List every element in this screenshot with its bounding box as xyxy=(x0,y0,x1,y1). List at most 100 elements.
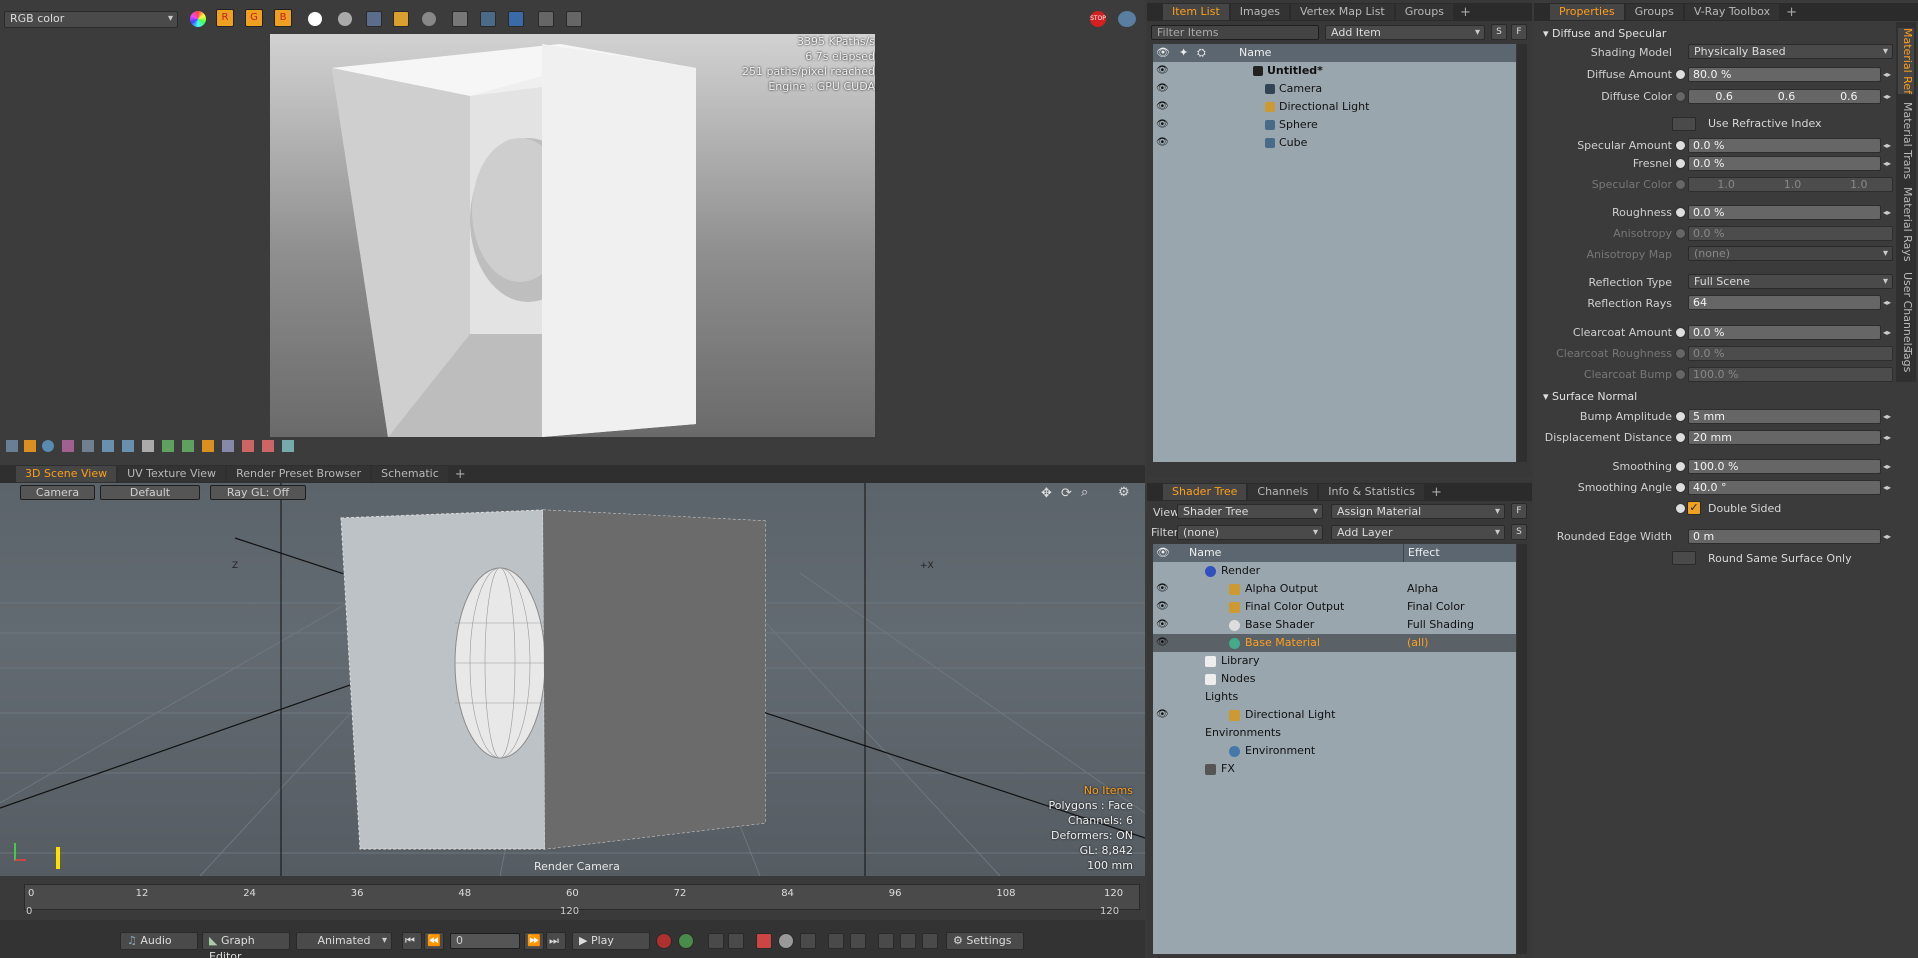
shader-row[interactable]: 👁 Final Color Output Final Color xyxy=(1153,598,1516,616)
item-f-button[interactable]: F xyxy=(1511,24,1527,40)
fresnel-arrows[interactable]: ◂▸ xyxy=(1882,157,1892,170)
step-forward-button[interactable]: ⏩ xyxy=(524,932,544,950)
sphere-icon[interactable] xyxy=(422,12,436,26)
key-a-icon[interactable] xyxy=(878,933,894,949)
tool-icon-11[interactable] xyxy=(202,440,214,452)
go-start-button[interactable]: ⏮ xyxy=(402,932,422,950)
reflection-type-dropdown[interactable]: Full Scene xyxy=(1688,274,1893,289)
side-tab-material-rays[interactable]: Material Rays xyxy=(1898,187,1914,262)
3d-viewport[interactable]: Camera Default Ray GL: Off Z +X ✥ ⟳ ⌕ ⚙ … xyxy=(0,483,1145,876)
shader-row[interactable]: 👁 Alpha Output Alpha xyxy=(1153,580,1516,598)
save-image-icon[interactable] xyxy=(366,11,382,27)
tab-vray-toolbox[interactable]: V-Ray Toolbox xyxy=(1684,4,1780,20)
blue-channel-button[interactable]: B xyxy=(274,9,292,27)
col-name[interactable]: Name xyxy=(1189,544,1221,562)
color-wheel-icon[interactable] xyxy=(190,11,206,27)
color-mode-dropdown[interactable]: RGB color xyxy=(4,11,178,28)
graph-editor-button[interactable]: ◣ Graph Editor xyxy=(202,932,290,958)
tab-shader-tree[interactable]: Shader Tree xyxy=(1163,484,1247,500)
reflection-rays-field[interactable]: 64 xyxy=(1688,295,1881,310)
round-same-checkbox[interactable] xyxy=(1672,551,1696,565)
zoom-icon[interactable]: ⌕ xyxy=(1081,485,1088,500)
tab-vertex-map-list[interactable]: Vertex Map List xyxy=(1290,4,1394,20)
item-row[interactable]: 👁 Cube xyxy=(1153,134,1516,152)
clearcoat-amount-dot[interactable] xyxy=(1675,327,1686,338)
tool-icon-4[interactable] xyxy=(62,440,74,452)
tool-icon-5[interactable] xyxy=(82,440,94,452)
settings-button[interactable]: ⚙ Settings xyxy=(946,932,1024,950)
visibility-eye-icon[interactable]: 👁 xyxy=(1156,116,1169,134)
tool-icon-15[interactable] xyxy=(282,440,294,452)
side-tab-material-trans[interactable]: Material Trans xyxy=(1898,102,1914,179)
item-row[interactable]: 👁 Sphere xyxy=(1153,116,1516,134)
item-row[interactable]: 👁 Untitled* xyxy=(1153,62,1516,80)
visibility-eye-icon[interactable]: 👁 xyxy=(1156,634,1169,652)
tool-icon-10[interactable] xyxy=(182,440,194,452)
prev-key-icon[interactable] xyxy=(708,933,724,949)
smoothing-arrows[interactable]: ◂▸ xyxy=(1882,460,1892,473)
camera-button[interactable]: Camera xyxy=(20,485,95,500)
shader-row[interactable]: FX xyxy=(1153,760,1516,778)
visibility-eye-icon[interactable]: 👁 xyxy=(1156,598,1169,616)
visibility-eye-icon[interactable]: 👁 xyxy=(1156,706,1169,724)
shader-row[interactable]: 👁 Base Shader Full Shading xyxy=(1153,616,1516,634)
shader-row[interactable]: Lights xyxy=(1153,688,1516,706)
shading-model-dropdown[interactable]: Physically Based xyxy=(1688,44,1893,59)
add-tab-button[interactable]: + xyxy=(450,467,471,482)
double-sided-checkbox[interactable]: ✓ xyxy=(1687,501,1701,515)
grey-point-icon[interactable] xyxy=(338,12,352,26)
tab-render-preset-browser[interactable]: Render Preset Browser xyxy=(227,466,371,482)
shader-f-button[interactable]: F xyxy=(1511,503,1527,519)
specular-color-dot[interactable] xyxy=(1675,179,1686,190)
tab-properties[interactable]: Properties xyxy=(1550,4,1624,20)
add-layer-dropdown[interactable]: Add Layer xyxy=(1331,525,1505,540)
filter-items-input[interactable]: Filter Items xyxy=(1151,25,1319,40)
stop-render-icon[interactable]: STOP xyxy=(1090,11,1106,27)
tab-schematic[interactable]: Schematic xyxy=(372,466,448,482)
key-prev-icon[interactable] xyxy=(828,933,844,949)
add-item-dropdown[interactable]: Add Item xyxy=(1325,25,1485,40)
anisotropy-field[interactable]: 0.0 % xyxy=(1688,226,1893,241)
next-key-icon[interactable] xyxy=(728,933,744,949)
play-button[interactable]: ▶ Play xyxy=(572,932,650,950)
shader-row[interactable]: 👁 Base Material (all) xyxy=(1153,634,1516,652)
tab-info-statistics[interactable]: Info & Statistics xyxy=(1319,484,1424,500)
timeline[interactable]: 0 12 24 36 48 60 72 84 96 108 120 0 120 120 xyxy=(0,876,1145,920)
key-record-icon[interactable] xyxy=(756,933,772,949)
fresnel-field[interactable]: 0.0 % xyxy=(1688,156,1881,171)
smoothing-angle-arrows[interactable]: ◂▸ xyxy=(1882,481,1892,494)
clearcoat-roughness-dot[interactable] xyxy=(1675,348,1686,359)
visibility-eye-icon[interactable]: 👁 xyxy=(1156,616,1169,634)
item-row[interactable]: 👁 Directional Light xyxy=(1153,98,1516,116)
tool-icon-7[interactable] xyxy=(122,440,134,452)
white-point-icon[interactable] xyxy=(308,12,322,26)
diffuse-color-r[interactable]: 0.6 xyxy=(1715,90,1733,103)
diffuse-amount-arrows[interactable]: ◂▸ xyxy=(1882,68,1892,81)
view-dropdown[interactable]: Shader Tree xyxy=(1177,504,1323,519)
teapot-icon[interactable] xyxy=(480,11,496,27)
step-back-button[interactable]: ⏪ xyxy=(424,932,444,950)
item-s-button[interactable]: S xyxy=(1491,24,1507,40)
side-tab-tags[interactable]: Tags xyxy=(1898,348,1914,372)
open-folder-icon[interactable] xyxy=(393,11,409,27)
anisotropy-map-dropdown[interactable]: (none) xyxy=(1688,246,1893,261)
ray-gl-button[interactable]: Ray GL: Off xyxy=(210,485,306,500)
shader-row[interactable]: Environment xyxy=(1153,742,1516,760)
side-tab-user-channels[interactable]: User Channels xyxy=(1898,272,1914,351)
tool-icon-8[interactable] xyxy=(142,440,154,452)
tab-groups[interactable]: Groups xyxy=(1625,4,1683,20)
red-channel-button[interactable]: R xyxy=(216,9,234,27)
specular-color-field[interactable]: 1.0 1.0 1.0 xyxy=(1688,177,1893,192)
specular-amount-field[interactable]: 0.0 % xyxy=(1688,138,1881,153)
rounded-edge-arrows[interactable]: ◂▸ xyxy=(1882,530,1892,543)
diffuse-color-b[interactable]: 0.6 xyxy=(1840,90,1858,103)
use-refractive-checkbox[interactable] xyxy=(1672,117,1696,131)
add-tab-button[interactable]: + xyxy=(1426,485,1447,500)
shader-row[interactable]: Render xyxy=(1153,562,1516,580)
tab-uv-texture-view[interactable]: UV Texture View xyxy=(118,466,226,482)
tab-images[interactable]: Images xyxy=(1230,4,1289,20)
viewport-settings-icon[interactable]: ⚙ xyxy=(1118,485,1130,500)
roughness-dot[interactable] xyxy=(1675,207,1686,218)
diffuse-color-dot[interactable] xyxy=(1675,91,1686,102)
tool-icon-13[interactable] xyxy=(242,440,254,452)
